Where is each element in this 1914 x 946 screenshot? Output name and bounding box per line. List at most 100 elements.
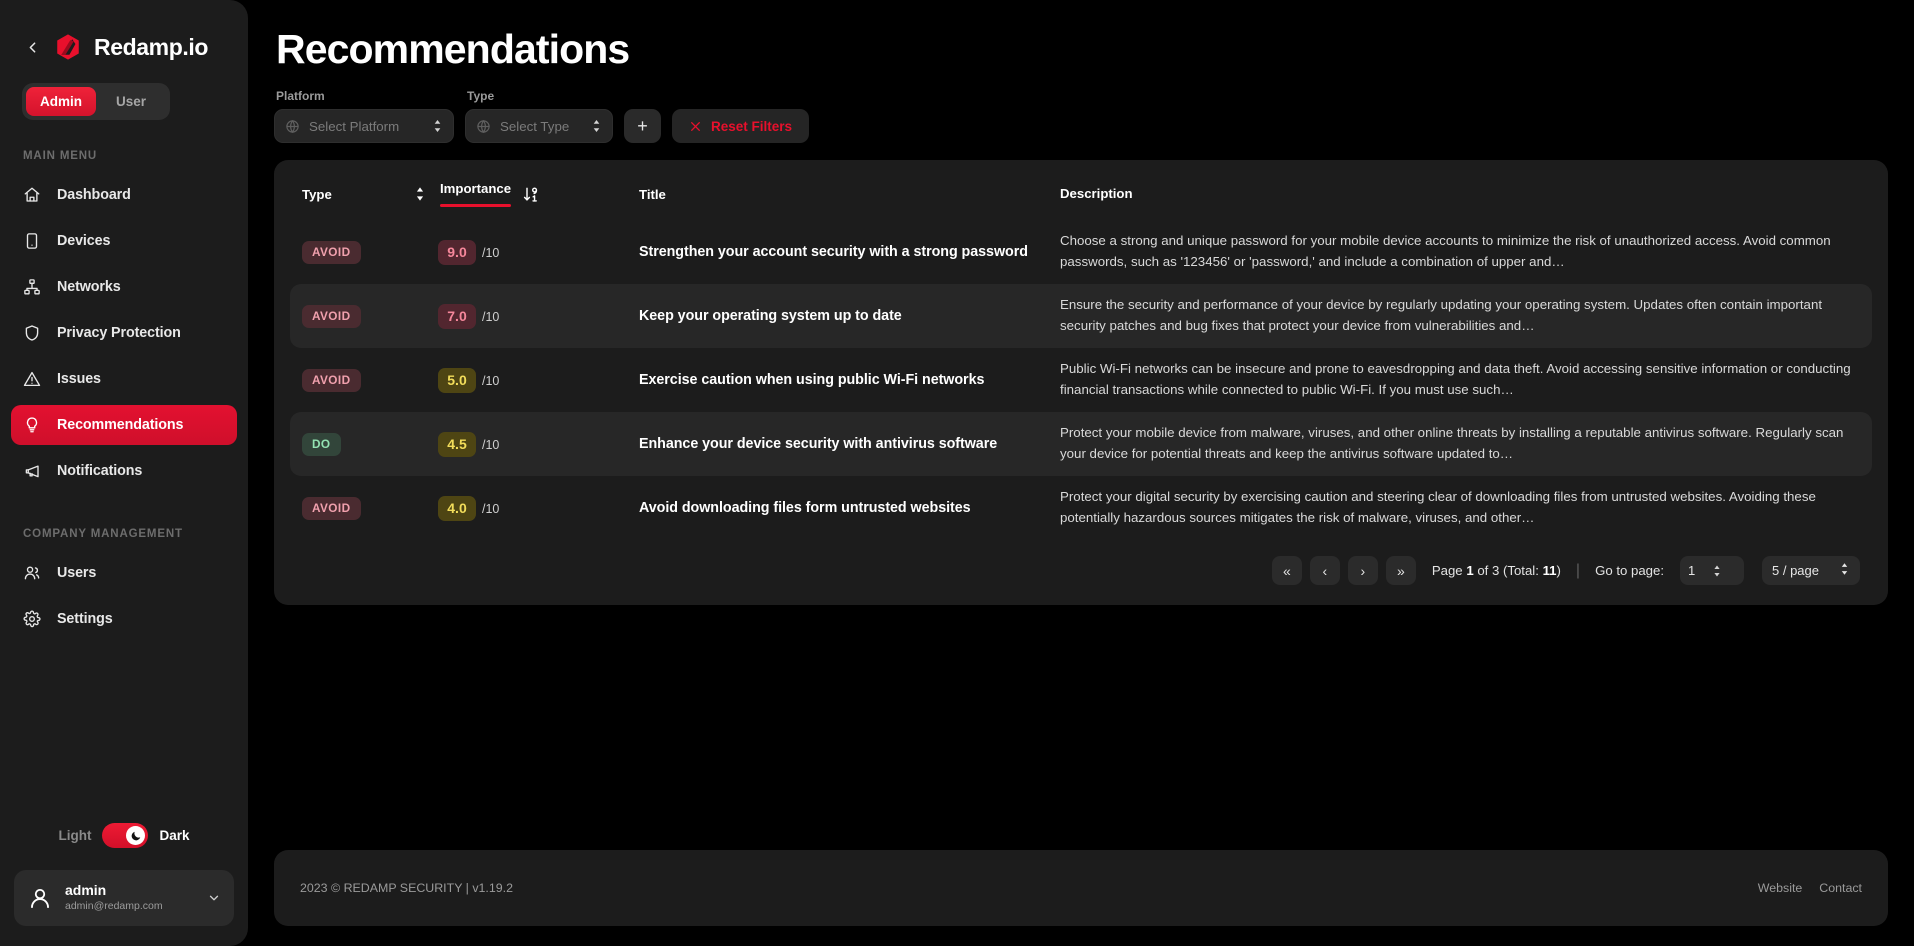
recommendations-table: Type Importance Title Description AVOID …: [274, 160, 1888, 605]
home-icon: [22, 186, 41, 205]
active-sort-underline: [440, 204, 512, 207]
main-spacer: [274, 605, 1888, 850]
reset-filters-label: Reset Filters: [711, 118, 793, 134]
row-title: Strengthen your account security with a …: [639, 244, 1028, 260]
sidebar-item-settings[interactable]: Settings: [11, 599, 237, 639]
total-count: 11: [1542, 563, 1557, 578]
sidebar-item-label: Users: [57, 565, 97, 581]
user-profile-card[interactable]: admin admin@redamp.com: [14, 870, 234, 926]
table-row[interactable]: AVOID 7.0 /10 Keep your operating system…: [290, 284, 1872, 348]
user-email: admin@redamp.com: [65, 900, 163, 913]
type-select-value: Select Type: [500, 118, 570, 134]
globe-icon: [476, 119, 491, 134]
sidebar-item-issues[interactable]: Issues: [11, 359, 237, 399]
type-filter-label: Type: [467, 89, 495, 103]
globe-icon: [285, 119, 300, 134]
sidebar-item-devices[interactable]: Devices: [11, 221, 237, 261]
chevron-updown-icon: [591, 119, 602, 133]
goto-page-value: 1: [1688, 563, 1696, 578]
nav-section-company-management-label: COMPANY MANAGEMENT: [23, 528, 183, 540]
row-title: Enhance your device security with antivi…: [639, 436, 998, 452]
table-row[interactable]: AVOID 9.0 /10 Strengthen your account se…: [290, 220, 1872, 284]
filter-bar: Platform Select Platform Type Select Typ…: [274, 89, 1888, 160]
type-badge: AVOID: [302, 240, 361, 264]
type-badge: AVOID: [302, 368, 361, 392]
avatar: [27, 885, 53, 911]
row-description: Protect your mobile device from malware,…: [1060, 425, 1844, 461]
users-icon: [22, 564, 41, 583]
table-row[interactable]: AVOID 5.0 /10 Exercise caution when usin…: [290, 348, 1872, 412]
column-header-title[interactable]: Title: [639, 187, 666, 202]
theme-dark-label[interactable]: Dark: [159, 828, 189, 843]
page-size-select[interactable]: 5 / page: [1762, 556, 1860, 585]
table-row[interactable]: AVOID 4.0 /10 Avoid downloading files fo…: [290, 476, 1872, 540]
type-badge: AVOID: [302, 496, 361, 520]
type-select[interactable]: Select Type: [465, 109, 613, 143]
platform-select-value: Select Platform: [309, 118, 400, 134]
sidebar-item-networks[interactable]: Networks: [11, 267, 237, 307]
type-filter-group: Type Select Type: [465, 89, 613, 143]
column-header-description: Description: [1060, 186, 1133, 201]
row-description: Protect your digital security by exercis…: [1060, 489, 1816, 525]
megaphone-icon: [22, 462, 41, 481]
role-toggle-admin[interactable]: Admin: [26, 87, 96, 116]
sort-9-to-1-icon[interactable]: [523, 186, 538, 202]
platform-select[interactable]: Select Platform: [274, 109, 454, 143]
sidebar-item-dashboard[interactable]: Dashboard: [11, 175, 237, 215]
sidebar-item-recommendations[interactable]: Recommendations: [11, 405, 237, 445]
footer-copyright: 2023 © REDAMP SECURITY | v1.19.2: [300, 881, 513, 895]
moon-icon: [126, 826, 146, 845]
importance-score: 4.0: [438, 495, 476, 521]
theme-toggle-row: Light Dark: [0, 823, 248, 870]
brand-name: Redamp.io: [94, 33, 208, 60]
table-header-row: Type Importance Title Description: [290, 168, 1872, 220]
current-page-number: 1: [1466, 563, 1474, 578]
footer-link-website[interactable]: Website: [1758, 881, 1803, 895]
importance-score: 5.0: [438, 367, 476, 393]
footer-link-contact[interactable]: Contact: [1819, 881, 1862, 895]
close-x-icon: [689, 120, 702, 133]
sidebar-item-notifications[interactable]: Notifications: [11, 451, 237, 491]
goto-page-label: Go to page:: [1595, 563, 1664, 578]
chevron-left-icon[interactable]: [22, 37, 42, 57]
column-header-type[interactable]: Type: [302, 187, 332, 202]
theme-toggle-switch[interactable]: [102, 823, 149, 848]
goto-page-input[interactable]: 1: [1680, 556, 1744, 585]
sidebar-item-users[interactable]: Users: [11, 553, 237, 593]
number-stepper-icon[interactable]: [1712, 564, 1736, 578]
sidebar-item-label: Settings: [57, 611, 113, 627]
network-icon: [22, 278, 41, 297]
table-row[interactable]: DO 4.5 /10 Enhance your device security …: [290, 412, 1872, 476]
redamp-logo-icon[interactable]: [54, 33, 82, 61]
chevron-updown-icon: [432, 119, 443, 133]
app-root: Redamp.io Admin User MAIN MENU Dashboard…: [0, 0, 1914, 946]
row-title: Keep your operating system up to date: [639, 308, 902, 324]
last-page-button[interactable]: »: [1385, 556, 1416, 585]
row-title: Exercise caution when using public Wi-Fi…: [639, 372, 985, 388]
theme-light-label[interactable]: Light: [58, 828, 91, 843]
prev-page-button[interactable]: ‹: [1309, 556, 1340, 585]
next-page-button[interactable]: ›: [1347, 556, 1378, 585]
add-filter-button[interactable]: +: [624, 109, 661, 143]
first-page-button[interactable]: «: [1271, 556, 1302, 585]
importance-score: 4.5: [438, 431, 476, 457]
sort-updown-icon[interactable]: [414, 186, 428, 202]
reset-filters-button[interactable]: Reset Filters: [672, 109, 810, 143]
score-suffix: /10: [482, 438, 500, 452]
sidebar-item-label: Privacy Protection: [57, 325, 181, 341]
row-description: Public Wi-Fi networks can be insecure an…: [1060, 361, 1851, 397]
type-badge: AVOID: [302, 304, 361, 328]
sidebar-item-label: Notifications: [57, 463, 143, 479]
column-header-importance[interactable]: Importance: [440, 181, 512, 207]
type-badge: DO: [302, 432, 341, 456]
shield-icon: [22, 324, 41, 343]
score-suffix: /10: [482, 246, 500, 260]
user-name: admin: [65, 882, 107, 899]
chevron-down-icon[interactable]: [207, 891, 221, 905]
page-prefix: Page: [1431, 563, 1467, 578]
sidebar-item-privacy-protection[interactable]: Privacy Protection: [11, 313, 237, 353]
role-toggle[interactable]: Admin User: [22, 83, 170, 120]
role-toggle-user[interactable]: User: [96, 87, 166, 116]
platform-filter-group: Platform Select Platform: [274, 89, 454, 143]
device-icon: [22, 232, 41, 251]
